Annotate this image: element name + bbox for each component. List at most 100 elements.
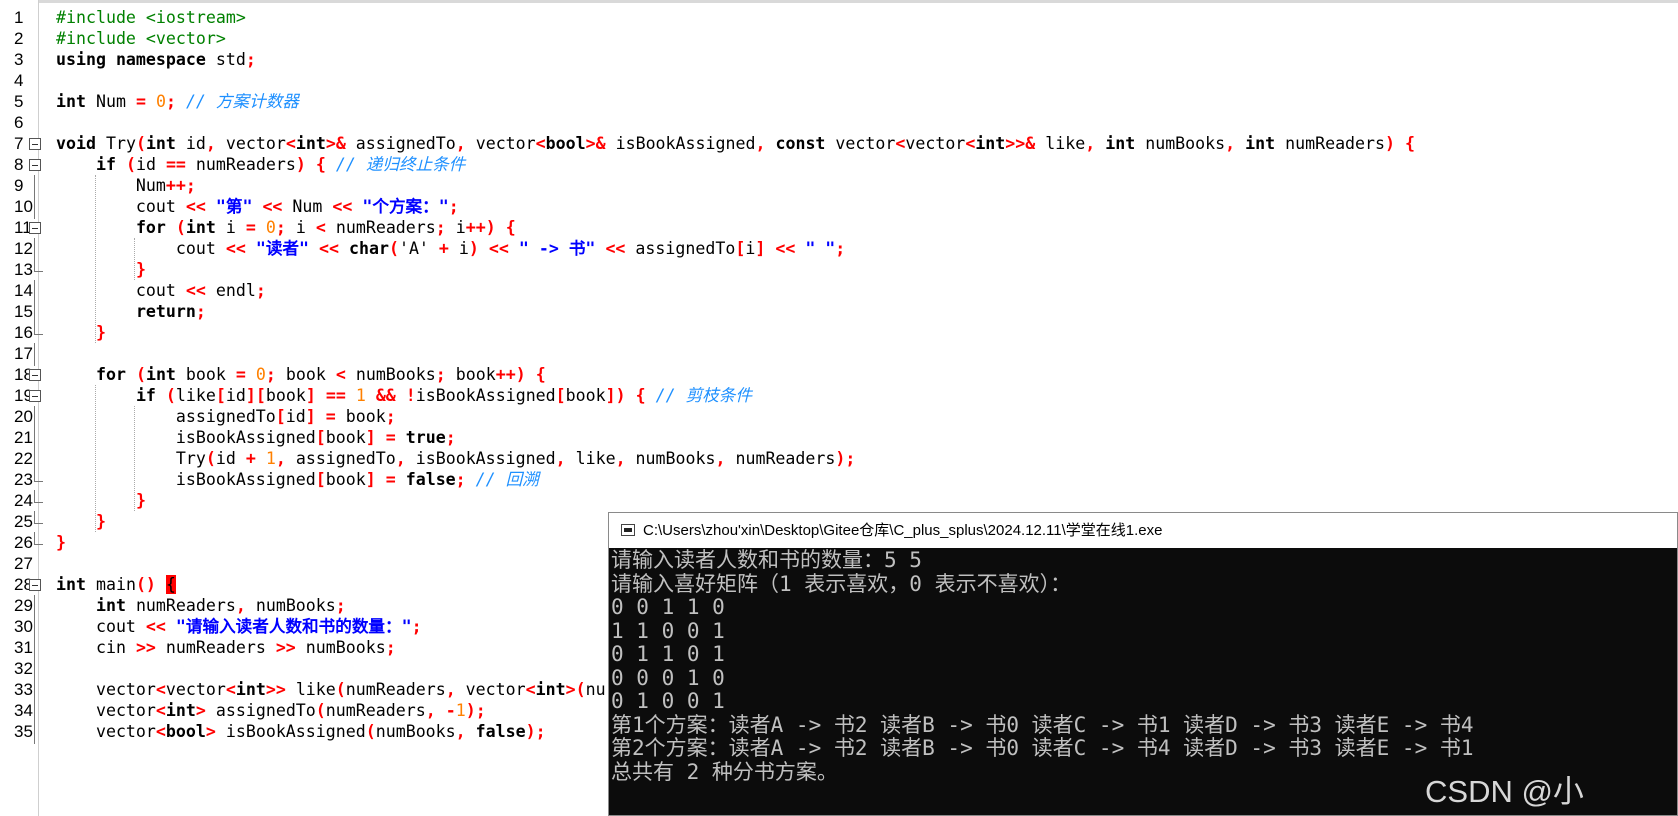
line-number: 6	[14, 113, 24, 132]
code-line[interactable]: 17	[0, 343, 1678, 366]
code-line[interactable]: 21 isBookAssigned[book] = true;	[0, 427, 1678, 450]
fold-guide	[34, 343, 35, 366]
fold-end-icon	[34, 322, 43, 335]
code-line[interactable]: 15 return;	[0, 301, 1678, 324]
code-line[interactable]: 23 isBookAssigned[book] = false; // 回溯	[0, 469, 1678, 492]
code-text: return;	[135, 302, 206, 321]
code-line[interactable]: 5 int Num = 0; // 方案计数器	[0, 91, 1678, 114]
code-line[interactable]: 13 }	[0, 259, 1678, 282]
csdn-watermark: CSDN @小	[1425, 774, 1584, 809]
line-number: 31	[14, 638, 33, 657]
code-text: if (id == numReaders) { // 递归终止条件	[95, 155, 466, 174]
code-text: int numReaders, numBooks;	[95, 596, 346, 615]
code-text: #include <iostream>	[56, 8, 246, 27]
code-text: }	[135, 491, 146, 510]
code-text: cout << "读者" << char('A' + i) << " -> 书"…	[56, 239, 846, 258]
code-line[interactable]: 4	[0, 70, 1678, 93]
line-number: 22	[14, 449, 33, 468]
indent-guide	[134, 238, 135, 280]
code-text: }	[95, 323, 106, 342]
fold-guide	[34, 427, 35, 450]
line-number: 30	[14, 617, 33, 636]
code-text: cout << endl;	[56, 281, 266, 300]
code-text: int main() {	[56, 575, 176, 594]
fold-toggle-icon[interactable]	[29, 138, 41, 150]
fold-guide	[34, 280, 35, 303]
fold-toggle-icon[interactable]	[29, 159, 41, 171]
code-line[interactable]: 22 Try(id + 1, assignedTo, isBookAssigne…	[0, 448, 1678, 471]
code-text: vector<vector<int>> like(numReaders, vec…	[56, 680, 606, 699]
console-line: 0 1 0 0 1	[611, 689, 725, 713]
code-text: }	[135, 260, 146, 279]
fold-toggle-icon[interactable]	[29, 579, 41, 591]
code-text: for (int book = 0; book < numBooks; book…	[95, 365, 546, 384]
console-line: 0 1 1 0 1	[611, 642, 725, 666]
line-number: 24	[14, 491, 33, 510]
fold-end-icon	[34, 532, 43, 545]
line-number: 10	[14, 197, 33, 216]
line-number: 35	[14, 722, 33, 741]
code-text: using namespace std;	[56, 50, 256, 69]
code-text: assignedTo[id] = book;	[56, 407, 396, 426]
indent-guide	[95, 175, 96, 343]
code-line[interactable]: 11 for (int i = 0; i < numReaders; i++) …	[0, 217, 1678, 240]
code-text: vector<int> assignedTo(numReaders, -1);	[56, 701, 486, 720]
fold-guide	[34, 175, 35, 198]
code-text: Num++;	[56, 176, 196, 195]
code-line[interactable]: 20 assignedTo[id] = book;	[0, 406, 1678, 429]
code-line[interactable]: 10 cout << "第" << Num << "个方案：";	[0, 196, 1678, 219]
code-text: isBookAssigned[book] = true;	[56, 428, 456, 447]
code-line[interactable]: 14 cout << endl;	[0, 280, 1678, 303]
code-text: if (like[id][book] == 1 && !isBookAssign…	[135, 386, 752, 405]
line-number: 32	[14, 659, 33, 678]
code-line[interactable]: 12 cout << "读者" << char('A' + i) << " ->…	[0, 238, 1678, 261]
code-text: cout << "请输入读者人数和书的数量：";	[56, 617, 422, 636]
console-line: 请输入喜好矩阵（1 表示喜欢，0 表示不喜欢）：	[611, 571, 1072, 596]
line-number: 20	[14, 407, 33, 426]
fold-end-icon	[34, 469, 43, 482]
code-line[interactable]: 19 if (like[id][book] == 1 && !isBookAss…	[0, 385, 1678, 408]
line-number: 17	[14, 344, 33, 363]
code-text: Try(id + 1, assignedTo, isBookAssigned, …	[56, 449, 856, 468]
fold-guide	[34, 301, 35, 324]
console-title: C:\Users\zhou'xin\Desktop\Gitee仓库\C_plus…	[643, 522, 1163, 539]
line-number: 16	[14, 323, 33, 342]
console-line: 请输入读者人数和书的数量：5 5	[611, 548, 922, 572]
code-line[interactable]: 6	[0, 112, 1678, 135]
code-line[interactable]: 18 for (int book = 0; book < numBooks; b…	[0, 364, 1678, 387]
fold-guide	[34, 658, 35, 681]
code-text: for (int i = 0; i < numReaders; i++) {	[135, 218, 516, 237]
fold-toggle-icon[interactable]	[29, 222, 41, 234]
fold-guide	[34, 700, 35, 723]
line-number: 12	[14, 239, 33, 258]
fold-toggle-icon[interactable]	[29, 390, 41, 402]
code-line[interactable]: 16 }	[0, 322, 1678, 345]
code-line[interactable]: 7 void Try(int id, vector<int>& assignedT…	[0, 133, 1678, 156]
console-line: 第2个方案：读者A -> 书2 读者B -> 书0 读者C -> 书4 读者D …	[611, 736, 1474, 760]
indent-guide	[95, 385, 96, 532]
code-line[interactable]: 2 #include <vector>	[0, 28, 1678, 51]
fold-guide	[34, 406, 35, 429]
code-line[interactable]: 8 if (id == numReaders) { // 递归终止条件	[0, 154, 1678, 177]
code-line[interactable]: 9 Num++;	[0, 175, 1678, 198]
code-text: cin >> numReaders >> numBooks;	[56, 638, 396, 657]
line-number: 15	[14, 302, 33, 321]
code-text: }	[56, 533, 66, 552]
line-number: 2	[14, 29, 24, 48]
line-number: 23	[14, 470, 33, 489]
line-number: 5	[14, 92, 24, 111]
fold-toggle-icon[interactable]	[29, 369, 41, 381]
console-output: 请输入读者人数和书的数量：5 5 请输入喜好矩阵（1 表示喜欢，0 表示不喜欢）：…	[611, 548, 1671, 784]
console-title-bar[interactable]: C:\Users\zhou'xin\Desktop\Gitee仓库\C_plus…	[609, 513, 1677, 548]
code-line[interactable]: 24 }	[0, 490, 1678, 513]
line-number: 1	[14, 8, 24, 27]
fold-end-icon	[34, 490, 43, 503]
line-number: 26	[14, 533, 33, 552]
fold-end-icon	[34, 259, 43, 272]
indent-guide	[134, 406, 135, 511]
line-number: 3	[14, 50, 24, 69]
fold-guide	[34, 238, 35, 261]
code-line[interactable]: 3 using namespace std;	[0, 49, 1678, 72]
code-line[interactable]: 1 #include <iostream>	[0, 7, 1678, 30]
line-number: 13	[14, 260, 33, 279]
